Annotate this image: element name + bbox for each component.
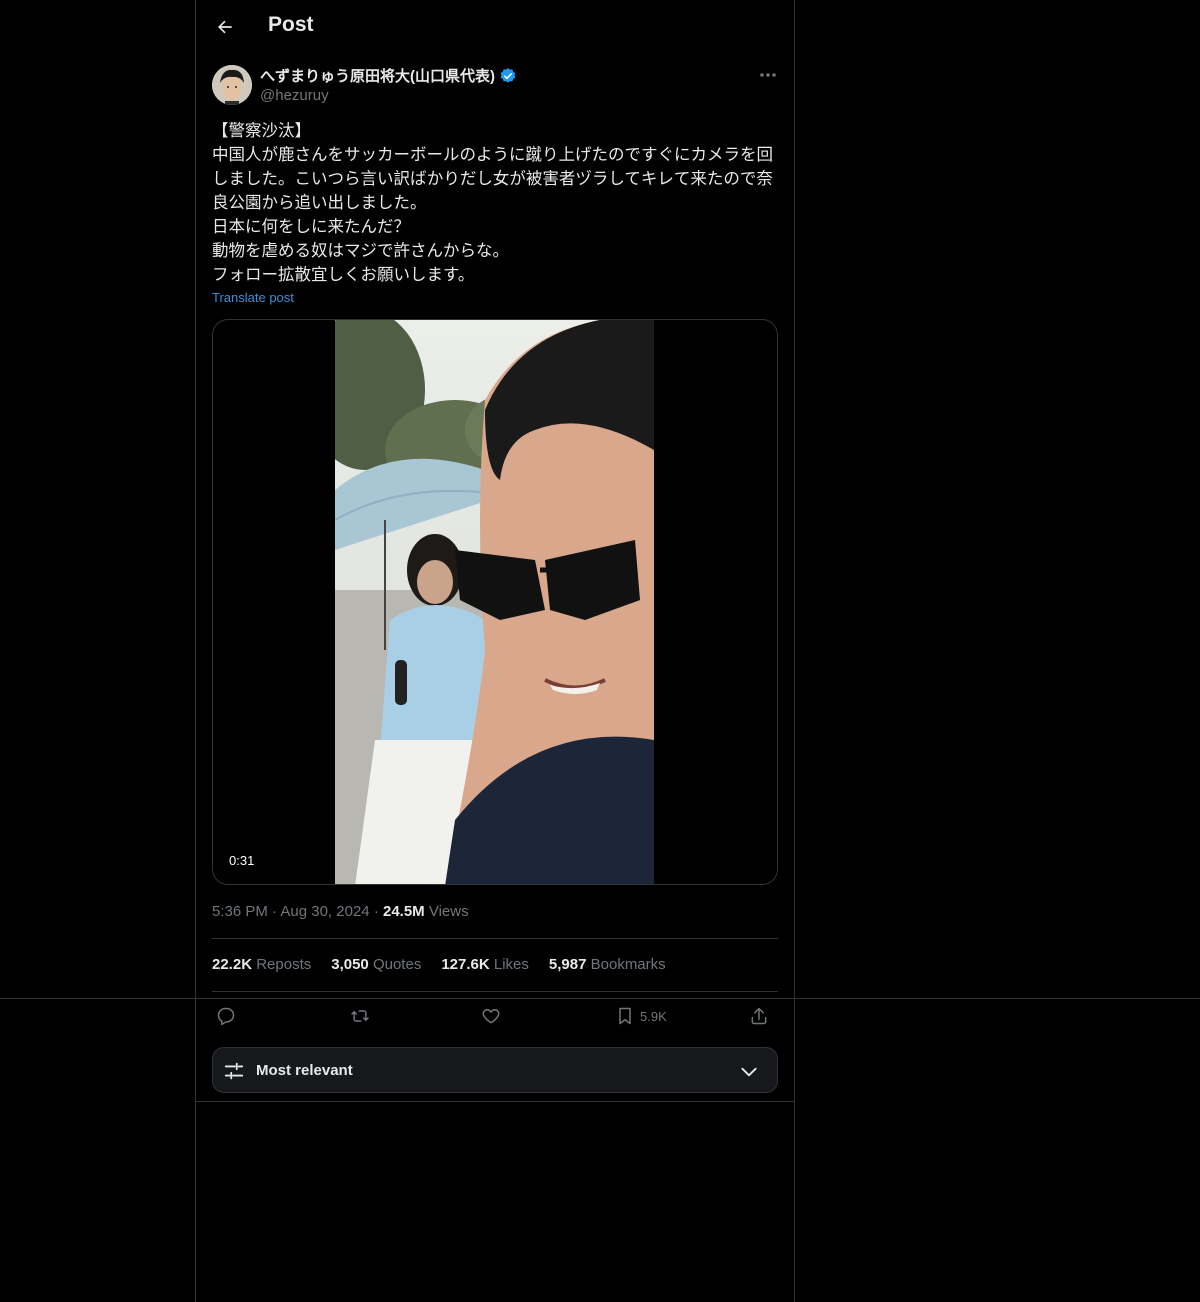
engagement-stats: 22.2K Reposts 3,050 Quotes 127.6K Likes … (212, 956, 666, 973)
reply-button[interactable] (216, 1003, 236, 1029)
chevron-down-icon (741, 1067, 757, 1077)
sort-label: Most relevant (256, 1062, 353, 1079)
post-date[interactable]: Aug 30, 2024 (280, 903, 369, 920)
video-player[interactable]: 0:31 (212, 319, 778, 885)
verified-badge-icon (500, 67, 516, 83)
stat-quotes[interactable]: 3,050 Quotes (331, 956, 421, 973)
author-name-row[interactable]: へずまりゅう原田将大(山口県代表) (260, 65, 517, 86)
stat-reposts[interactable]: 22.2K Reposts (212, 956, 311, 973)
stat-label: Quotes (372, 956, 422, 973)
more-horizontal-icon (760, 73, 776, 77)
video-frame (335, 320, 654, 884)
post-header: Post (196, 0, 794, 54)
section-divider (196, 1101, 794, 1102)
page-title: Post (268, 13, 314, 36)
stat-bookmarks[interactable]: 5,987 Bookmarks (549, 956, 666, 973)
stat-likes[interactable]: 127.6K Likes (441, 956, 529, 973)
reply-icon (217, 1007, 235, 1026)
stat-label: Reposts (256, 956, 312, 973)
repost-icon (351, 1010, 369, 1022)
more-options-button[interactable] (756, 64, 780, 86)
bookmark-count: 5.9K (640, 1008, 667, 1024)
post-time[interactable]: 5:36 PM (212, 903, 268, 920)
share-button[interactable] (749, 1003, 769, 1029)
post-text: 【警察沙汰】 中国人が鹿さんをサッカーボールのように蹴り上げたのですぐにカメラを… (212, 122, 773, 284)
stat-count: 3,050 (331, 956, 369, 973)
post-actions: 5.9K (212, 1003, 778, 1029)
sliders-icon (224, 1062, 244, 1080)
share-icon (751, 1007, 767, 1025)
post-column: Post へずまりゅう原田将大(山口県代表) @hezuruy 【警察沙汰】 中… (195, 0, 795, 1302)
arrow-left-icon (218, 20, 232, 34)
like-button[interactable] (481, 1003, 501, 1029)
reply-sort-dropdown[interactable]: Most relevant (212, 1047, 778, 1093)
back-button[interactable] (208, 10, 242, 44)
bookmark-button[interactable]: 5.9K (616, 1003, 667, 1029)
stat-count: 5,987 (548, 956, 587, 973)
stat-count: 127.6K (441, 956, 490, 973)
video-duration-badge: 0:31 (222, 851, 262, 870)
translate-post-link[interactable]: Translate post (212, 290, 294, 305)
post-meta: 5:36 PM · Aug 30, 2024 · 24.5M Views (212, 903, 469, 920)
video-thumbnail (335, 320, 654, 884)
avatar[interactable] (212, 65, 252, 105)
views-count: 24.5M (382, 903, 425, 920)
divider (212, 991, 778, 992)
author-display-name[interactable]: へずまりゅう原田将大(山口県代表) (260, 65, 495, 86)
stat-label: Bookmarks (590, 956, 666, 973)
views-label: Views (428, 903, 469, 920)
author-handle[interactable]: @hezuruy (260, 87, 329, 104)
repost-button[interactable] (349, 1003, 371, 1029)
divider (212, 938, 778, 939)
bookmark-icon (619, 1007, 631, 1025)
meta-separator: · (373, 903, 379, 920)
heart-icon (482, 1009, 500, 1024)
meta-separator: · (272, 903, 278, 920)
avatar-image (212, 65, 252, 105)
stat-label: Likes (493, 956, 529, 973)
stat-count: 22.2K (212, 956, 253, 973)
